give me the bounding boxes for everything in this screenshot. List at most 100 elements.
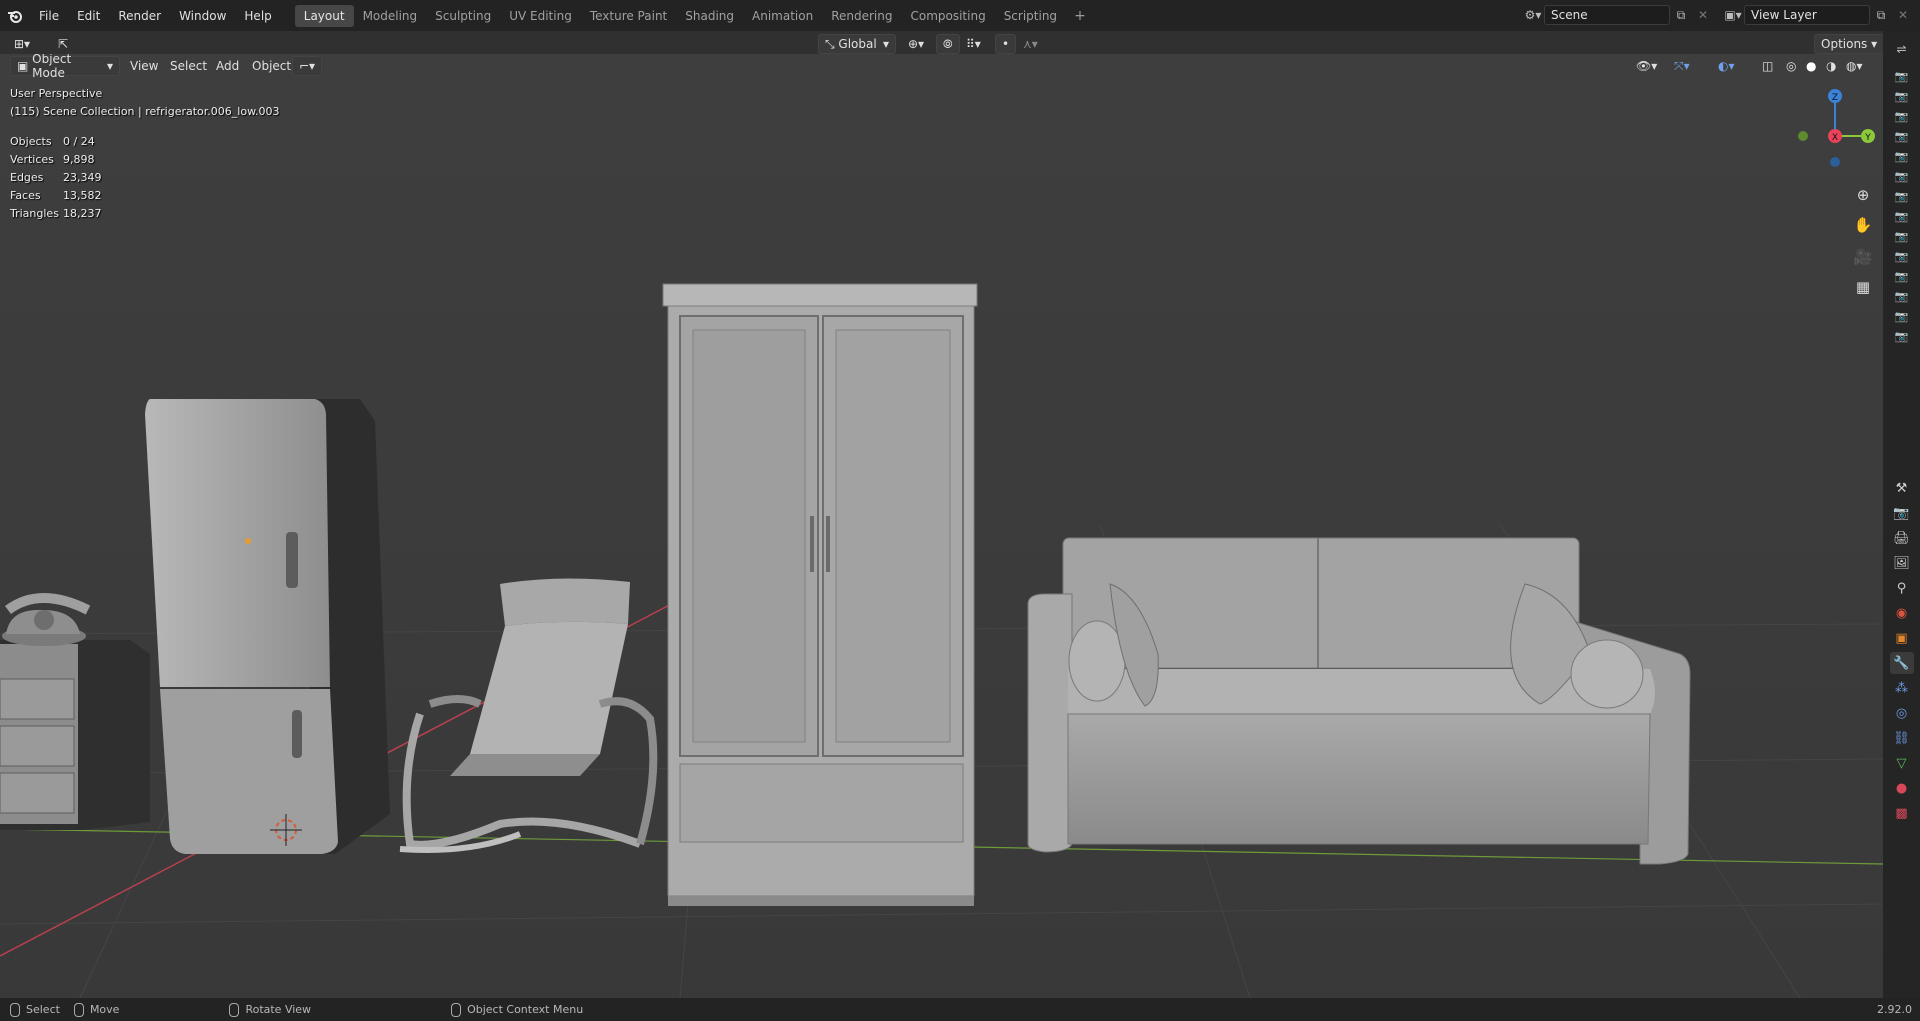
camera-icon[interactable]: 📷	[1893, 127, 1911, 145]
render-icon[interactable]: 📷	[1890, 502, 1914, 524]
menu-file[interactable]: File	[30, 5, 68, 27]
object-icon[interactable]: ▣	[1890, 627, 1914, 649]
collection-info: (115) Scene Collection | refrigerator.00…	[10, 105, 280, 118]
tab-compositing[interactable]: Compositing	[901, 5, 994, 27]
falloff-icon[interactable]: ⋏▾	[1017, 34, 1044, 54]
camera-icon[interactable]: 📷	[1893, 327, 1911, 345]
chevron-down-icon: ▾	[106, 59, 113, 73]
tab-sculpting[interactable]: Sculpting	[426, 5, 500, 27]
scene-icon[interactable]: ⚲	[1890, 577, 1914, 599]
status-rotate: Rotate View	[229, 1002, 311, 1017]
xray-toggle-icon[interactable]: ◫	[1756, 56, 1779, 76]
tab-uv-editing[interactable]: UV Editing	[500, 5, 581, 27]
menu-help[interactable]: Help	[235, 5, 280, 27]
options-dropdown[interactable]: Options ▾	[1814, 34, 1885, 54]
blender-logo-icon[interactable]	[0, 0, 30, 31]
top-bar: File Edit Render Window Help Layout Mode…	[0, 0, 1920, 31]
gizmo-toggle-icon[interactable]: ⤧▾	[1668, 56, 1696, 76]
tab-layout[interactable]: Layout	[294, 4, 354, 27]
tab-rendering[interactable]: Rendering	[822, 5, 901, 27]
menu-add[interactable]: Add	[210, 56, 245, 76]
camera-icon[interactable]: 📷	[1893, 107, 1911, 125]
ortho-grid-icon[interactable]: ▦	[1850, 274, 1876, 300]
gizmo-y-label: Y	[1864, 133, 1871, 143]
overlay-toggle-icon[interactable]: ◐▾	[1712, 56, 1741, 76]
material-icon[interactable]: ●	[1890, 777, 1914, 799]
stat-row: Objects 0 / 24	[10, 135, 95, 148]
constraints-icon[interactable]: ⛓	[1890, 727, 1914, 749]
scene-statistics: Objects 0 / 24 Vertices 9,898 Edges 23,349 …	[10, 133, 102, 223]
camera-view-icon[interactable]: 🎥	[1850, 244, 1876, 270]
proportional-edit-icon[interactable]: •	[995, 34, 1017, 54]
object-mode-icon: ▣	[17, 59, 33, 73]
camera-icon[interactable]: 📷	[1893, 147, 1911, 165]
menu-render[interactable]: Render	[109, 5, 170, 27]
status-select: Select	[10, 1002, 60, 1017]
delete-scene-icon[interactable]: ✕	[1692, 5, 1714, 25]
camera-icon[interactable]: 📷	[1893, 207, 1911, 225]
delete-view-layer-icon[interactable]: ✕	[1892, 5, 1914, 25]
chevron-down-icon: ▾	[1871, 37, 1878, 51]
particles-icon[interactable]: ⁂	[1890, 677, 1914, 699]
transform-orientation-dropdown[interactable]: ⤡ Global ▾	[818, 34, 896, 54]
texture-icon[interactable]: ▩	[1890, 802, 1914, 824]
tab-scripting[interactable]: Scripting	[995, 5, 1066, 27]
menu-view[interactable]: View	[124, 56, 164, 76]
view-layer-icon[interactable]: 🖼	[1890, 552, 1914, 574]
status-context-menu: Object Context Menu	[451, 1002, 583, 1017]
perspective-label: User Perspective	[10, 87, 103, 100]
menu-window[interactable]: Window	[170, 5, 235, 27]
workspace-tabs: Layout Modeling Sculpting UV Editing Tex…	[294, 0, 1094, 31]
rendered-shading-icon[interactable]: ◍▾	[1840, 56, 1869, 76]
visibility-icon[interactable]: 👁▾	[1630, 56, 1663, 76]
snap-toggle-icon[interactable]: ⦾	[936, 34, 960, 54]
tab-animation[interactable]: Animation	[743, 5, 822, 27]
zoom-icon[interactable]: ⊕	[1850, 182, 1876, 208]
status-bar: Select Move Rotate View Object Context M…	[0, 998, 1920, 1021]
scene-render	[0, 54, 1883, 998]
modifier-wrench-icon[interactable]: 🔧	[1889, 652, 1914, 674]
camera-icon[interactable]: 📷	[1893, 307, 1911, 325]
view-layer-icon[interactable]: ▣▾	[1722, 5, 1744, 25]
scene-icon[interactable]: ⚙▾	[1522, 5, 1544, 25]
pan-hand-icon[interactable]: ✋	[1850, 212, 1876, 238]
mesh-data-icon[interactable]: ▽	[1890, 752, 1914, 774]
world-icon[interactable]: ◉	[1890, 602, 1914, 624]
camera-icon[interactable]: 📷	[1893, 167, 1911, 185]
orientation-label: Global	[838, 37, 877, 51]
camera-icon[interactable]: 📷	[1893, 187, 1911, 205]
new-scene-icon[interactable]: ⧉	[1670, 5, 1692, 25]
pivot-point-icon[interactable]: ⊕▾	[902, 34, 930, 54]
camera-icon[interactable]: 📷	[1893, 87, 1911, 105]
3d-viewport[interactable]: ▣ Object Mode ▾ View Select Add Object ⌐…	[0, 54, 1883, 998]
camera-icon[interactable]: 📷	[1893, 227, 1911, 245]
menu-object[interactable]: Object	[246, 56, 297, 76]
tab-modeling[interactable]: Modeling	[354, 5, 427, 27]
add-workspace-button[interactable]: +	[1066, 8, 1094, 24]
tool-settings-icon[interactable]: ⚒	[1890, 477, 1914, 499]
new-view-layer-icon[interactable]: ⧉	[1870, 5, 1892, 25]
output-icon[interactable]: 🖨	[1890, 527, 1914, 549]
physics-icon[interactable]: ◎	[1890, 702, 1914, 724]
mouse-right-icon	[451, 1002, 462, 1017]
tab-texture-paint[interactable]: Texture Paint	[581, 5, 676, 27]
select-tool-icon[interactable]: ⇱	[52, 34, 74, 54]
gizmo-x-label: X	[1832, 133, 1838, 143]
camera-icon[interactable]: 📷	[1893, 267, 1911, 285]
scene-name-field[interactable]: Scene	[1544, 5, 1670, 25]
transform-affect-icon[interactable]: ⌐▾	[292, 56, 323, 76]
menu-select[interactable]: Select	[164, 56, 213, 76]
tab-shading[interactable]: Shading	[676, 5, 743, 27]
mode-dropdown[interactable]: ▣ Object Mode ▾	[10, 54, 120, 80]
camera-icon[interactable]: 📷	[1893, 247, 1911, 265]
outliner-filter-icon[interactable]: ⇌	[1891, 39, 1913, 59]
stat-row: Faces 13,582	[10, 189, 102, 202]
properties-tabs: ⚒ 📷 🖨 🖼 ⚲ ◉ ▣ 🔧 ⁂ ◎ ⛓ ▽ ● ▩	[1883, 474, 1920, 827]
camera-icon[interactable]: 📷	[1893, 287, 1911, 305]
snap-target-icon[interactable]: ⠿▾	[960, 34, 987, 54]
camera-icon[interactable]: 📷	[1893, 67, 1911, 85]
menu-edit[interactable]: Edit	[68, 5, 109, 27]
view-layer-name-field[interactable]: View Layer	[1744, 5, 1870, 25]
navigation-gizmo[interactable]: Z Y X	[1790, 84, 1880, 174]
editor-type-icon[interactable]: ⊞▾	[8, 34, 36, 54]
